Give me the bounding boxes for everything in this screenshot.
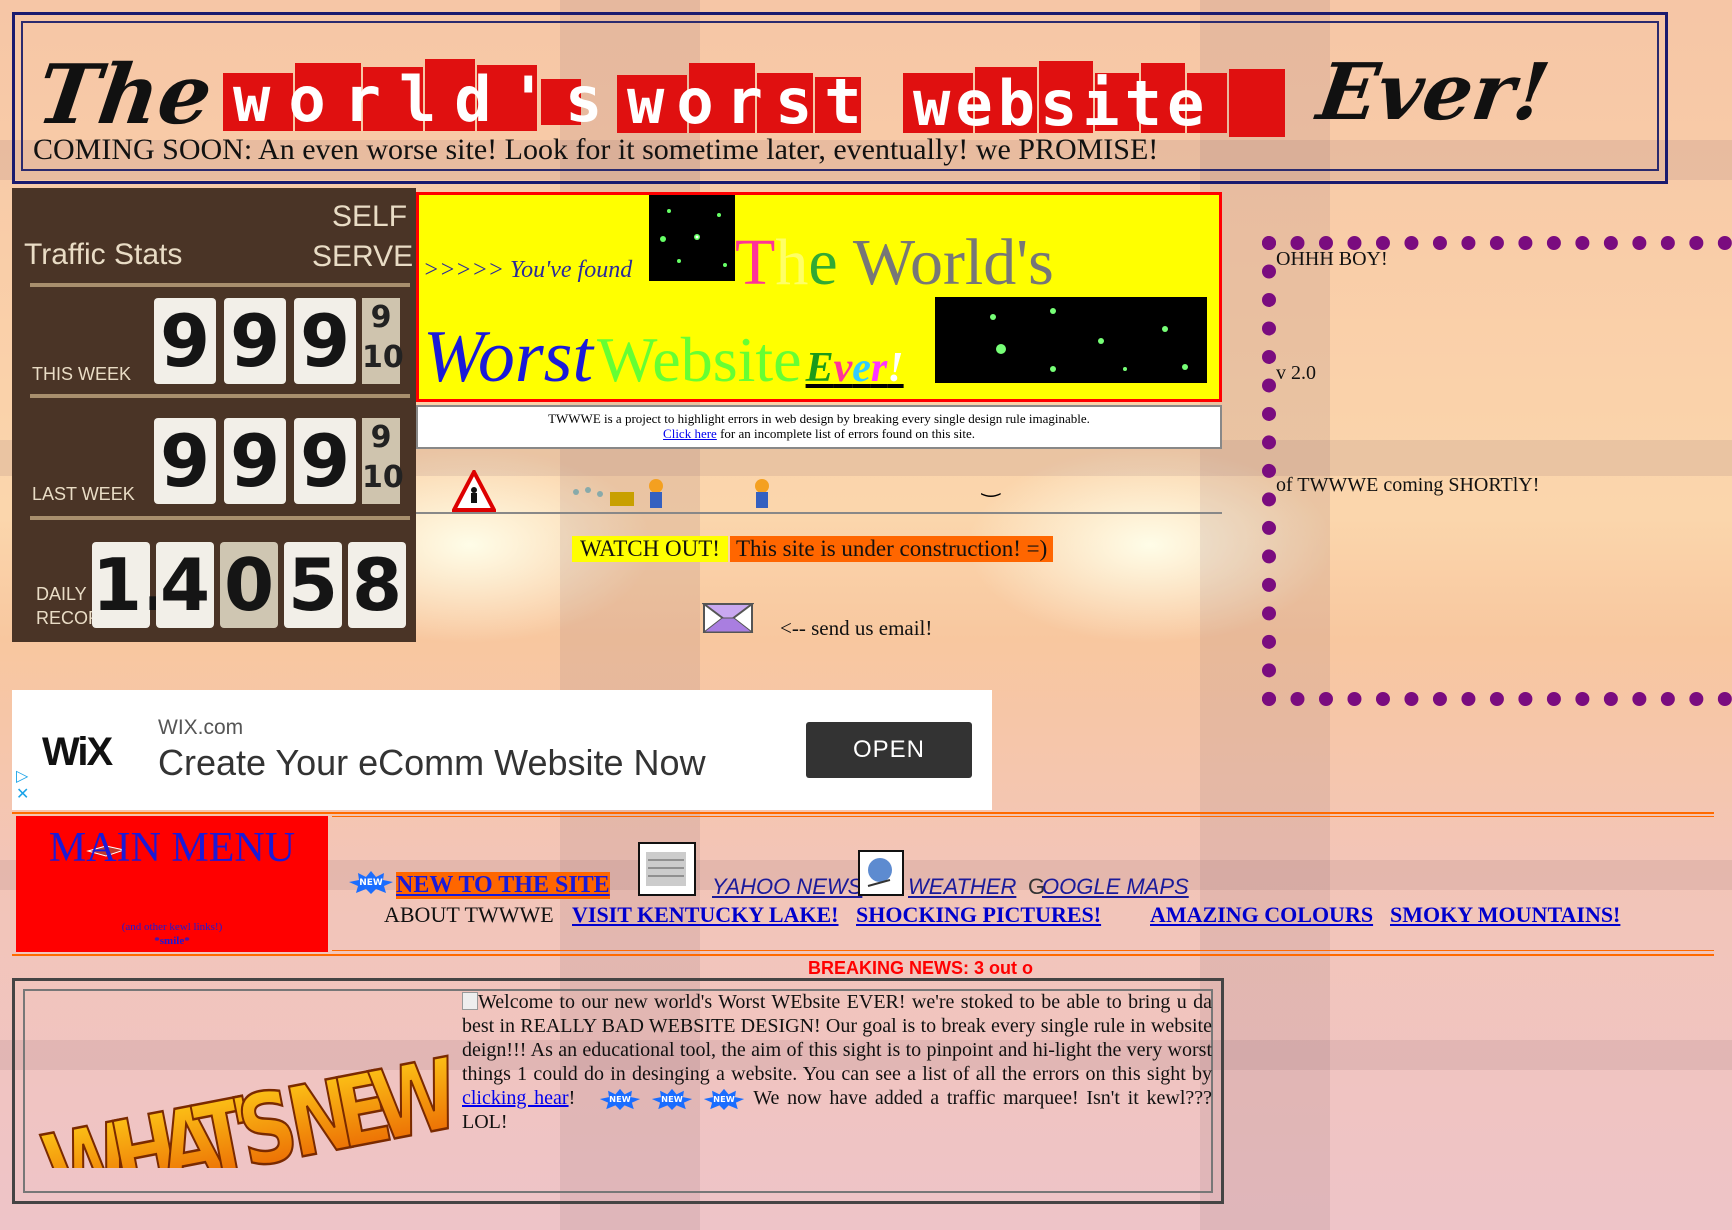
horizontal-rule [416,512,1222,514]
wix-logo: WiX [42,730,113,774]
ohhh-boy-text: OHHH BOY! [1276,248,1388,270]
svg-text:NEW: NEW [610,1094,632,1104]
site-logo-banner: The world's worst website Ever! [37,46,1555,143]
nav-shocking-pictures[interactable]: SHOCKING PICTURES! [856,902,1101,928]
ad-close-icon[interactable]: ✕ [16,786,29,803]
description-line-2: for an incomplete list of errors found o… [716,426,975,441]
main-menu-box: MAIN MENU (and other kewl links!) *smile* [16,816,328,952]
adchoices-icons[interactable]: ▷ ✕ [16,768,29,804]
daily-label: DAILY [36,584,87,604]
intro-yellow-box: >>>>> You've found The World's Worst Web… [416,192,1222,402]
logo-worlds-text: world's [233,63,620,136]
header-frame: The world's worst website Ever! COMING S… [12,12,1668,184]
svg-text:NEW: NEW [661,1094,683,1104]
last-week-digit: 9 [154,418,216,504]
logo-ever: Ever! [1310,46,1555,138]
logo-the: The [37,47,218,143]
this-week-fraction: 9 10 [362,298,404,384]
title-line-2: Worst Website Ever! [423,316,904,398]
errors-list-link[interactable]: Click here [663,426,717,441]
nav-border-inner-bottom [332,950,1714,951]
serve-label: SERVE [312,240,414,273]
dotted-announcement-box [1262,236,1732,706]
nav-google-maps[interactable]: OOGLE MAPS [1042,874,1189,900]
nav-yahoo-news[interactable]: YAHOO NEWS [712,874,862,900]
this-week-digit: 9 [294,298,356,384]
new-badge-icon: NEW [652,1089,693,1111]
ad-domain: WIX.com [158,716,244,739]
daily-digit: 1. [92,542,170,628]
daily-digit: 4 [156,542,214,628]
coming-shortly-text: of TWWWE coming SHORTlY! [1276,474,1540,496]
whats-new-paragraph: Welcome to our new world's Worst WEbsite… [462,991,1212,1085]
logo-website-text: website [913,67,1209,140]
send-email-text: <-- send us email! [780,616,933,640]
ad-headline[interactable]: Create Your eComm Website Now [158,742,706,784]
this-week-label: THIS WEEK [32,364,132,384]
weather-icon [858,850,904,896]
nav-weather[interactable]: WEATHER [908,874,1016,900]
logo-worst-text: worst [627,65,874,138]
svg-text:NEW: NEW [359,878,383,888]
daily-digit: 8 [348,542,406,628]
nav-new-to-site[interactable]: NEW TO THE SITE [396,872,610,899]
nav-smoky-mountains[interactable]: SMOKY MOUNTAINS! [1390,902,1620,928]
last-week-digit: 9 [294,418,356,504]
daily-digit: 0 [220,542,278,628]
svg-text:WHAT'S NEW: WHAT'S NEW [34,1036,462,1168]
nav-border-bottom [12,954,1714,956]
main-menu-subtitle: (and other kewl links!) *smile* [121,921,223,947]
nav-about[interactable]: ABOUT TWWWE [384,902,554,928]
email-envelope-icon[interactable] [702,600,754,636]
sparkle-gif-1 [649,195,735,281]
last-week-digit: 9 [224,418,286,504]
youve-found-text: >>>>> You've found [423,257,633,283]
ad-open-button[interactable]: OPEN [806,722,972,778]
project-description: TWWWE is a project to highlight errors i… [416,405,1222,449]
roadwork-sign-icon [452,470,496,512]
new-badge-icon: NEW [349,871,393,894]
svg-text:NEW: NEW [713,1094,735,1104]
new-badge-icon: NEW [703,1089,745,1111]
whats-new-heading-image: WHAT'S NEW [33,1035,462,1168]
newspaper-icon [638,842,696,896]
traffic-stats-title: Traffic Stats [24,238,183,271]
whats-new-text: Welcome to our new world's Worst WEbsite… [462,991,1213,1134]
wix-advertisement[interactable]: WiX WIX.com Create Your eComm Website No… [12,690,992,810]
nav-border-inner-top [332,816,1714,817]
coming-soon-text: COMING SOON: An even worse site! Look fo… [33,133,1159,166]
last-week-fraction: 9 10 [362,418,404,504]
nav-kentucky-lake[interactable]: VISIT KENTUCKY LAKE! [572,902,839,928]
sparkle-gif-2 [935,297,1207,383]
version-text: v 2.0 [1276,362,1316,384]
clicking-hear-link[interactable]: clicking hear [462,1087,569,1109]
title-line-1: The World's [735,226,1054,299]
under-construction-text: This site is under construction! =) [730,536,1054,562]
tiny-smile-icon: ‿ [982,472,1000,497]
adchoices-play-icon[interactable]: ▷ [16,768,28,785]
this-week-digit: 9 [224,298,286,384]
construction-workers-icon [573,479,769,508]
broken-image-icon [462,992,478,1010]
breaking-news-marquee: BREAKING NEWS: 3 out o [808,958,1033,978]
traffic-stats-board: Traffic Stats SELF SERVE THIS WEEK 9 9 9… [12,188,416,642]
watch-out-text: WATCH OUT! [572,536,728,562]
last-week-label: LAST WEEK [32,484,135,504]
main-menu-title: MAIN MENU [48,825,296,871]
this-week-digit: 9 [154,298,216,384]
daily-digit: 5 [284,542,342,628]
nav-border-top [12,812,1714,814]
whats-new-paragraph-2: We now have added a traffic marquee! Isn… [462,1087,1213,1134]
new-badge-icon: NEW [600,1089,641,1111]
nav-amazing-colours[interactable]: AMAZING COLOURS [1150,902,1373,928]
description-line-1: TWWWE is a project to highlight errors i… [548,411,1090,426]
self-label: SELF [332,200,408,233]
